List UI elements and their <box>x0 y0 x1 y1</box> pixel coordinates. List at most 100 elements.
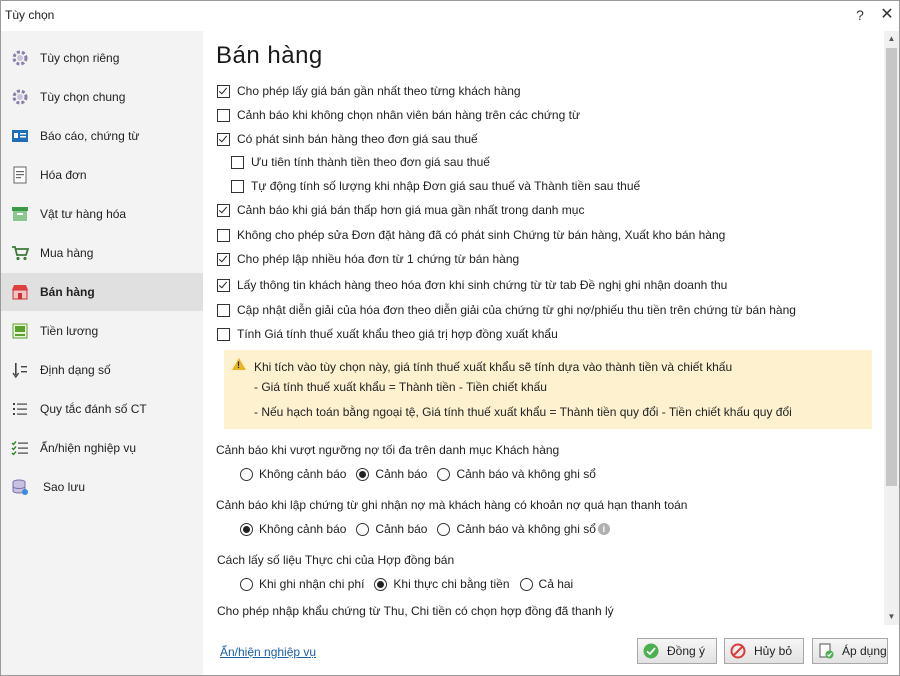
info-icon[interactable]: i <box>597 523 610 535</box>
sidebar-item-tuy-chon-rieng[interactable]: Tùy chọn riêng <box>1 39 203 77</box>
help-button[interactable]: ? <box>851 4 869 26</box>
vertical-scrollbar[interactable]: ▲ ▼ <box>884 31 899 625</box>
sidebar-item-tien-luong[interactable]: Tiền lương <box>1 312 203 350</box>
sidebar-item-bao-cao[interactable]: Báo cáo, chứng từ <box>1 117 203 155</box>
radio-option[interactable]: Không cảnh báo <box>240 522 346 536</box>
radio-selected[interactable] <box>374 577 388 591</box>
radio-group: Khi ghi nhận chi phí Khi thực chi bằng t… <box>240 575 583 593</box>
option-checkbox[interactable]: Cho phép lấy giá bán gần nhất theo từng … <box>217 82 521 100</box>
show-hide-operations-link[interactable]: Ẩn/hiện nghiệp vụ <box>220 645 316 659</box>
checkbox-checked[interactable] <box>217 203 230 217</box>
option-checkbox[interactable]: Có phát sinh bán hàng theo đơn giá sau t… <box>217 130 478 148</box>
footer-bar: Ẩn/hiện nghiệp vụ Đồng ý Hủy bỏ Áp dụng <box>204 625 899 675</box>
radio-option[interactable]: Khi thực chi bằng tiền <box>374 577 510 591</box>
radio-label: Không cảnh báo <box>259 467 347 481</box>
warning-icon: ! <box>232 358 246 370</box>
checkbox-unchecked[interactable] <box>217 228 230 242</box>
checkbox-checked[interactable] <box>217 84 230 98</box>
radio-unselected[interactable] <box>356 522 370 536</box>
option-label: Cảnh báo khi không chọn nhân viên bán hà… <box>237 108 580 122</box>
option-checkbox[interactable]: Lấy thông tin khách hàng theo hóa đơn kh… <box>217 276 727 294</box>
option-checkbox[interactable]: Không cho phép sửa Đơn đặt hàng đã có ph… <box>217 226 725 244</box>
radio-label: Khi thực chi bằng tiền <box>393 577 510 591</box>
sidebar-item-quy-tac-danh-so[interactable]: Quy tắc đánh số CT <box>1 390 203 428</box>
sidebar-item-ban-hang[interactable]: Bán hàng <box>1 273 203 311</box>
checkbox-checked[interactable] <box>217 132 230 146</box>
scroll-up-icon[interactable]: ▲ <box>884 31 899 47</box>
title-bar: Tùy chọn ? ✕ <box>1 1 899 31</box>
cancel-button[interactable]: Hủy bỏ <box>724 638 804 664</box>
option-checkbox[interactable]: Ưu tiên tính thành tiền theo đơn giá sau… <box>231 153 490 171</box>
report-icon <box>12 130 28 142</box>
radio-option[interactable]: Cảnh báo và không ghi sổ i <box>437 522 610 536</box>
radio-selected[interactable] <box>240 522 253 536</box>
radio-label: Khi ghi nhận chi phí <box>259 577 365 591</box>
option-label: Cảnh báo khi giá bán thấp hơn giá mua gầ… <box>237 203 585 217</box>
sidebar-item-an-hien-nghiep-vu[interactable]: Ẩn/hiện nghiệp vụ <box>1 429 203 467</box>
scroll-thumb[interactable] <box>886 48 897 486</box>
apply-button[interactable]: Áp dụng <box>812 638 888 664</box>
option-label: Cho phép lập nhiều hóa đơn từ 1 chứng từ… <box>237 252 520 266</box>
checkbox-checked[interactable] <box>217 278 230 292</box>
option-label: Tính Giá tính thuế xuất khẩu theo giá tr… <box>237 327 558 341</box>
gear-icon <box>12 50 28 66</box>
sidebar-item-label: Tùy chọn chung <box>40 90 126 104</box>
sidebar-item-vat-tu-hang-hoa[interactable]: Vật tư hàng hóa <box>1 195 203 233</box>
sidebar-item-label: Bán hàng <box>40 285 95 299</box>
sidebar-item-hoa-don[interactable]: Hóa đơn <box>1 156 203 194</box>
sidebar-item-sao-luu[interactable]: Sao lưu <box>1 468 203 506</box>
radio-unselected[interactable] <box>437 522 451 536</box>
sidebar: Tùy chọn riêng Tùy chọn chung Báo cáo, c… <box>1 31 203 675</box>
sidebar-item-tuy-chon-chung[interactable]: Tùy chọn chung <box>1 78 203 116</box>
checkbox-unchecked[interactable] <box>231 155 244 169</box>
radio-label: Cảnh báo và không ghi sổ <box>456 522 596 536</box>
checkbox-checked[interactable] <box>217 252 230 266</box>
inventory-icon <box>12 207 28 221</box>
cancel-icon <box>730 643 746 659</box>
radio-unselected[interactable] <box>240 467 253 481</box>
radio-unselected[interactable] <box>519 577 533 591</box>
radio-option[interactable]: Cảnh báo và không ghi sổ <box>437 467 596 481</box>
radio-unselected[interactable] <box>240 577 253 591</box>
ok-button[interactable]: Đồng ý <box>637 638 717 664</box>
info-note: ! Khi tích vào tùy chọn này, giá tính th… <box>224 350 872 429</box>
radio-unselected[interactable] <box>437 467 451 481</box>
radio-label: Cảnh báo <box>375 467 428 481</box>
apply-icon <box>819 643 834 659</box>
toggle-list-icon <box>11 441 28 456</box>
close-button[interactable]: ✕ <box>877 4 897 26</box>
sidebar-item-label: Tiền lương <box>40 324 99 338</box>
radio-option[interactable]: Cảnh báo <box>356 522 427 536</box>
radio-label: Không cảnh báo <box>259 522 347 536</box>
radio-selected[interactable] <box>356 467 370 481</box>
sidebar-item-dinh-dang-so[interactable]: Định dạng số <box>1 351 203 389</box>
option-checkbox[interactable]: Tính Giá tính thuế xuất khẩu theo giá tr… <box>217 325 558 343</box>
option-checkbox[interactable]: Tự động tính số lượng khi nhập Đơn giá s… <box>231 177 640 195</box>
sidebar-item-label: Tùy chọn riêng <box>40 51 120 65</box>
checkbox-unchecked[interactable] <box>231 179 244 193</box>
radio-option[interactable]: Khi ghi nhận chi phí <box>240 577 364 591</box>
salary-icon <box>12 323 28 339</box>
option-checkbox[interactable]: Cảnh báo khi không chọn nhân viên bán hà… <box>217 106 580 124</box>
checkbox-unchecked[interactable] <box>217 327 230 341</box>
radio-option[interactable]: Cả hai <box>519 577 573 591</box>
scroll-down-icon[interactable]: ▼ <box>884 609 899 625</box>
sidebar-item-mua-hang[interactable]: Mua hàng <box>1 234 203 272</box>
sidebar-item-label: Định dạng số <box>40 363 111 377</box>
check-circle-icon <box>643 643 659 659</box>
checkbox-unchecked[interactable] <box>217 108 230 122</box>
radio-option[interactable]: Cảnh báo <box>356 467 427 481</box>
option-checkbox[interactable]: Cho phép lập nhiều hóa đơn từ 1 chứng từ… <box>217 250 519 268</box>
sidebar-item-label: Báo cáo, chứng từ <box>40 129 140 143</box>
group-title: Cách lấy số liệu Thực chi của Hợp đồng b… <box>217 553 455 567</box>
note-line: Khi tích vào tùy chọn này, giá tính thuế… <box>254 360 733 374</box>
checkbox-unchecked[interactable] <box>217 303 230 317</box>
option-checkbox[interactable]: Cảnh báo khi giá bán thấp hơn giá mua gầ… <box>217 201 584 219</box>
radio-option[interactable]: Không cảnh báo <box>240 467 346 481</box>
option-label: Ưu tiên tính thành tiền theo đơn giá sau… <box>251 155 490 169</box>
number-format-icon <box>12 363 27 379</box>
window-title: Tùy chọn <box>5 8 55 22</box>
option-checkbox[interactable]: Cập nhật diễn giải của hóa đơn theo diễn… <box>217 301 796 319</box>
sidebar-item-label: Vật tư hàng hóa <box>40 207 127 221</box>
page-title: Bán hàng <box>216 42 323 69</box>
